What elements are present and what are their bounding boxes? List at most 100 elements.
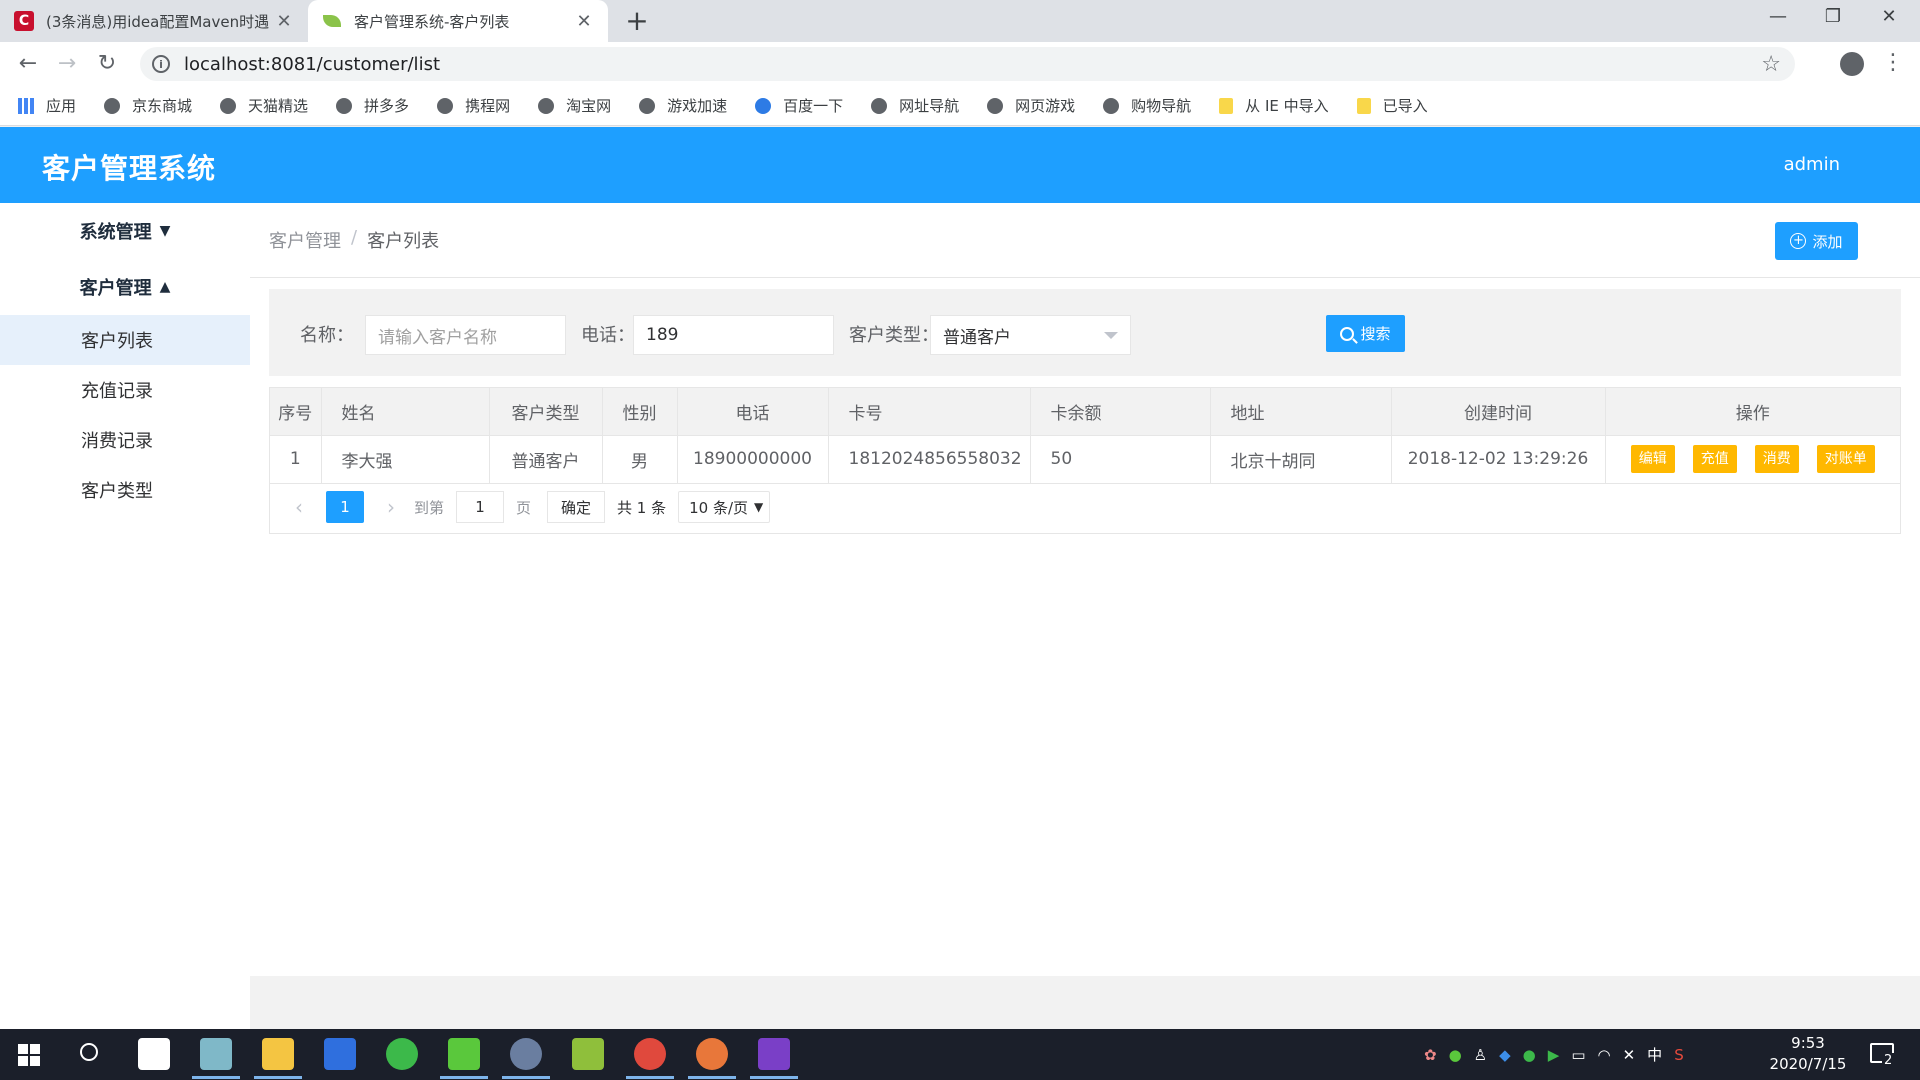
- tray-360-icon[interactable]: ●: [1523, 1046, 1536, 1064]
- browser-tab-customer-list[interactable]: 客户管理系统-客户列表 ✕: [308, 0, 608, 42]
- bookmark-folder[interactable]: 从 IE 中导入: [1219, 95, 1329, 116]
- app-avatar-icon[interactable]: [502, 1038, 550, 1079]
- bookmark-item[interactable]: 网页游戏: [987, 95, 1075, 116]
- goto-confirm-button[interactable]: 确定: [547, 491, 606, 523]
- info-icon[interactable]: i: [152, 55, 170, 73]
- sogou-ime-icon[interactable]: S: [1674, 1046, 1684, 1064]
- app-flower-icon[interactable]: [688, 1038, 736, 1079]
- sidebar-item-customer-types[interactable]: 客户类型: [0, 465, 250, 515]
- edit-button[interactable]: 编辑: [1630, 445, 1675, 473]
- plus-circle-icon: +: [1790, 233, 1807, 249]
- profile-icon[interactable]: [1840, 52, 1864, 76]
- next-page-icon[interactable]: ›: [378, 495, 404, 519]
- browser-360-icon[interactable]: [386, 1038, 418, 1070]
- volume-muted-icon[interactable]: ✕: [1623, 1046, 1636, 1064]
- taskbar-search-icon[interactable]: [80, 1043, 98, 1061]
- menu-group-system[interactable]: 系统管理 ▼: [0, 203, 250, 259]
- apps-grid-icon: [18, 97, 34, 114]
- bookmark-item[interactable]: 拼多多: [336, 95, 409, 116]
- bookmark-apps[interactable]: 应用: [18, 95, 76, 116]
- add-button-label: 添加: [1812, 232, 1843, 251]
- customer-type-value: 普通客户: [943, 327, 1011, 348]
- windows-start-icon[interactable]: [18, 1044, 40, 1066]
- bookmark-item[interactable]: 天猫精选: [220, 95, 308, 116]
- tab-close-icon[interactable]: ✕: [274, 11, 294, 32]
- tray-shield-icon[interactable]: ◆: [1499, 1046, 1511, 1064]
- customer-type-select[interactable]: 普通客户: [930, 315, 1131, 355]
- reload-icon[interactable]: ↻: [93, 50, 121, 78]
- bookmark-item[interactable]: 京东商城: [104, 95, 192, 116]
- wechat-icon[interactable]: [440, 1038, 488, 1079]
- minimize-icon[interactable]: —: [1758, 6, 1798, 27]
- intellij-idea-icon[interactable]: [750, 1038, 798, 1079]
- wifi-icon[interactable]: ◠: [1598, 1046, 1611, 1064]
- statement-button[interactable]: 对账单: [1816, 445, 1875, 473]
- close-window-icon[interactable]: ✕: [1869, 6, 1909, 27]
- search-button[interactable]: 搜索: [1326, 315, 1405, 352]
- chevron-down-icon: ▼: [754, 500, 764, 514]
- taskbar-clock[interactable]: 9:53 2020/7/15: [1766, 1033, 1850, 1075]
- back-icon[interactable]: ←: [14, 50, 42, 78]
- user-menu[interactable]: admin: [1784, 154, 1840, 175]
- chrome-icon[interactable]: [626, 1038, 674, 1079]
- browser-tab-csdn[interactable]: C (3条消息)用idea配置Maven时遇 ✕: [0, 0, 308, 42]
- wps-writer-icon[interactable]: [324, 1038, 356, 1070]
- bookmark-folder[interactable]: 已导入: [1356, 95, 1428, 116]
- new-tab-icon[interactable]: +: [622, 4, 652, 37]
- divider: [250, 277, 1920, 278]
- recharge-button[interactable]: 充值: [1692, 445, 1737, 473]
- bookmark-label: 购物导航: [1131, 97, 1192, 115]
- clock-date: 2020/7/15: [1769, 1055, 1847, 1073]
- chevron-up-icon: ▲: [159, 279, 171, 295]
- omnibox[interactable]: i localhost:8081/customer/list ☆: [140, 47, 1795, 81]
- breadcrumb-current: 客户列表: [367, 231, 440, 252]
- windows-taskbar: ✿ ● ♙ ◆ ● ▶ ▭ ◠ ✕ 中 S 9:53 2020/7/15 2: [0, 1029, 1920, 1080]
- name-search-input[interactable]: 请输入客户名称: [365, 315, 566, 355]
- bookmark-item[interactable]: 携程网: [437, 95, 510, 116]
- globe-icon: [987, 97, 1004, 114]
- app-title: 客户管理系统: [42, 152, 217, 185]
- search-icon: [1340, 326, 1355, 341]
- tab-close-icon[interactable]: ✕: [574, 11, 594, 32]
- consume-button[interactable]: 消费: [1754, 445, 1799, 473]
- sidebar-item-recharge-records[interactable]: 充值记录: [0, 365, 250, 415]
- ime-indicator[interactable]: 中: [1647, 1044, 1662, 1065]
- page-number-current[interactable]: 1: [326, 491, 364, 523]
- restore-icon[interactable]: ❐: [1813, 6, 1853, 27]
- page-size-select[interactable]: 10 条/页 ▼: [678, 491, 771, 523]
- bookmark-item[interactable]: 游戏加速: [639, 95, 727, 116]
- bookmark-item[interactable]: 购物导航: [1103, 95, 1191, 116]
- total-count: 共 1 条: [617, 498, 667, 517]
- bookmark-item[interactable]: 网址导航: [871, 95, 959, 116]
- sidebar-item-consume-records[interactable]: 消费记录: [0, 415, 250, 465]
- clock-time: 9:53: [1791, 1034, 1825, 1052]
- phone-search-input[interactable]: 189: [633, 315, 834, 355]
- menu-group-customer[interactable]: 客户管理 ▲: [0, 259, 250, 315]
- bookmark-item[interactable]: 百度一下: [755, 95, 843, 116]
- column-header: 客户类型: [489, 388, 603, 436]
- globe-icon: [1103, 97, 1120, 114]
- file-explorer-icon[interactable]: [254, 1038, 302, 1079]
- prev-page-icon[interactable]: ‹: [286, 495, 312, 519]
- browser-menu-icon[interactable]: ⋮: [1882, 50, 1904, 75]
- app-green-icon[interactable]: [572, 1038, 604, 1070]
- tray-wechat-icon[interactable]: ●: [1449, 1046, 1462, 1064]
- tray-qq-icon[interactable]: ♙: [1474, 1046, 1487, 1064]
- bookmark-item[interactable]: 淘宝网: [538, 95, 611, 116]
- breadcrumb-item[interactable]: 客户管理: [269, 227, 341, 253]
- sidebar-item-customer-list[interactable]: 客户列表: [0, 315, 250, 365]
- tray-app-icon[interactable]: ✿: [1424, 1046, 1437, 1064]
- store-app-icon[interactable]: [138, 1038, 170, 1070]
- notepad-app-icon[interactable]: [192, 1038, 240, 1079]
- address-bar: ← → ↻ i localhost:8081/customer/list ☆ ⋮: [0, 42, 1920, 86]
- tray-play-icon[interactable]: ▶: [1548, 1046, 1560, 1064]
- url-text[interactable]: localhost:8081/customer/list: [184, 54, 1761, 75]
- goto-page-input[interactable]: 1: [456, 491, 505, 523]
- forward-icon[interactable]: →: [53, 50, 81, 78]
- bookmark-star-icon[interactable]: ☆: [1761, 52, 1781, 77]
- add-customer-button[interactable]: + 添加: [1775, 222, 1858, 260]
- column-header: 卡余额: [1030, 388, 1211, 436]
- cell-name: 李大强: [321, 435, 490, 484]
- battery-icon[interactable]: ▭: [1571, 1046, 1585, 1064]
- folder-icon: [1219, 97, 1234, 114]
